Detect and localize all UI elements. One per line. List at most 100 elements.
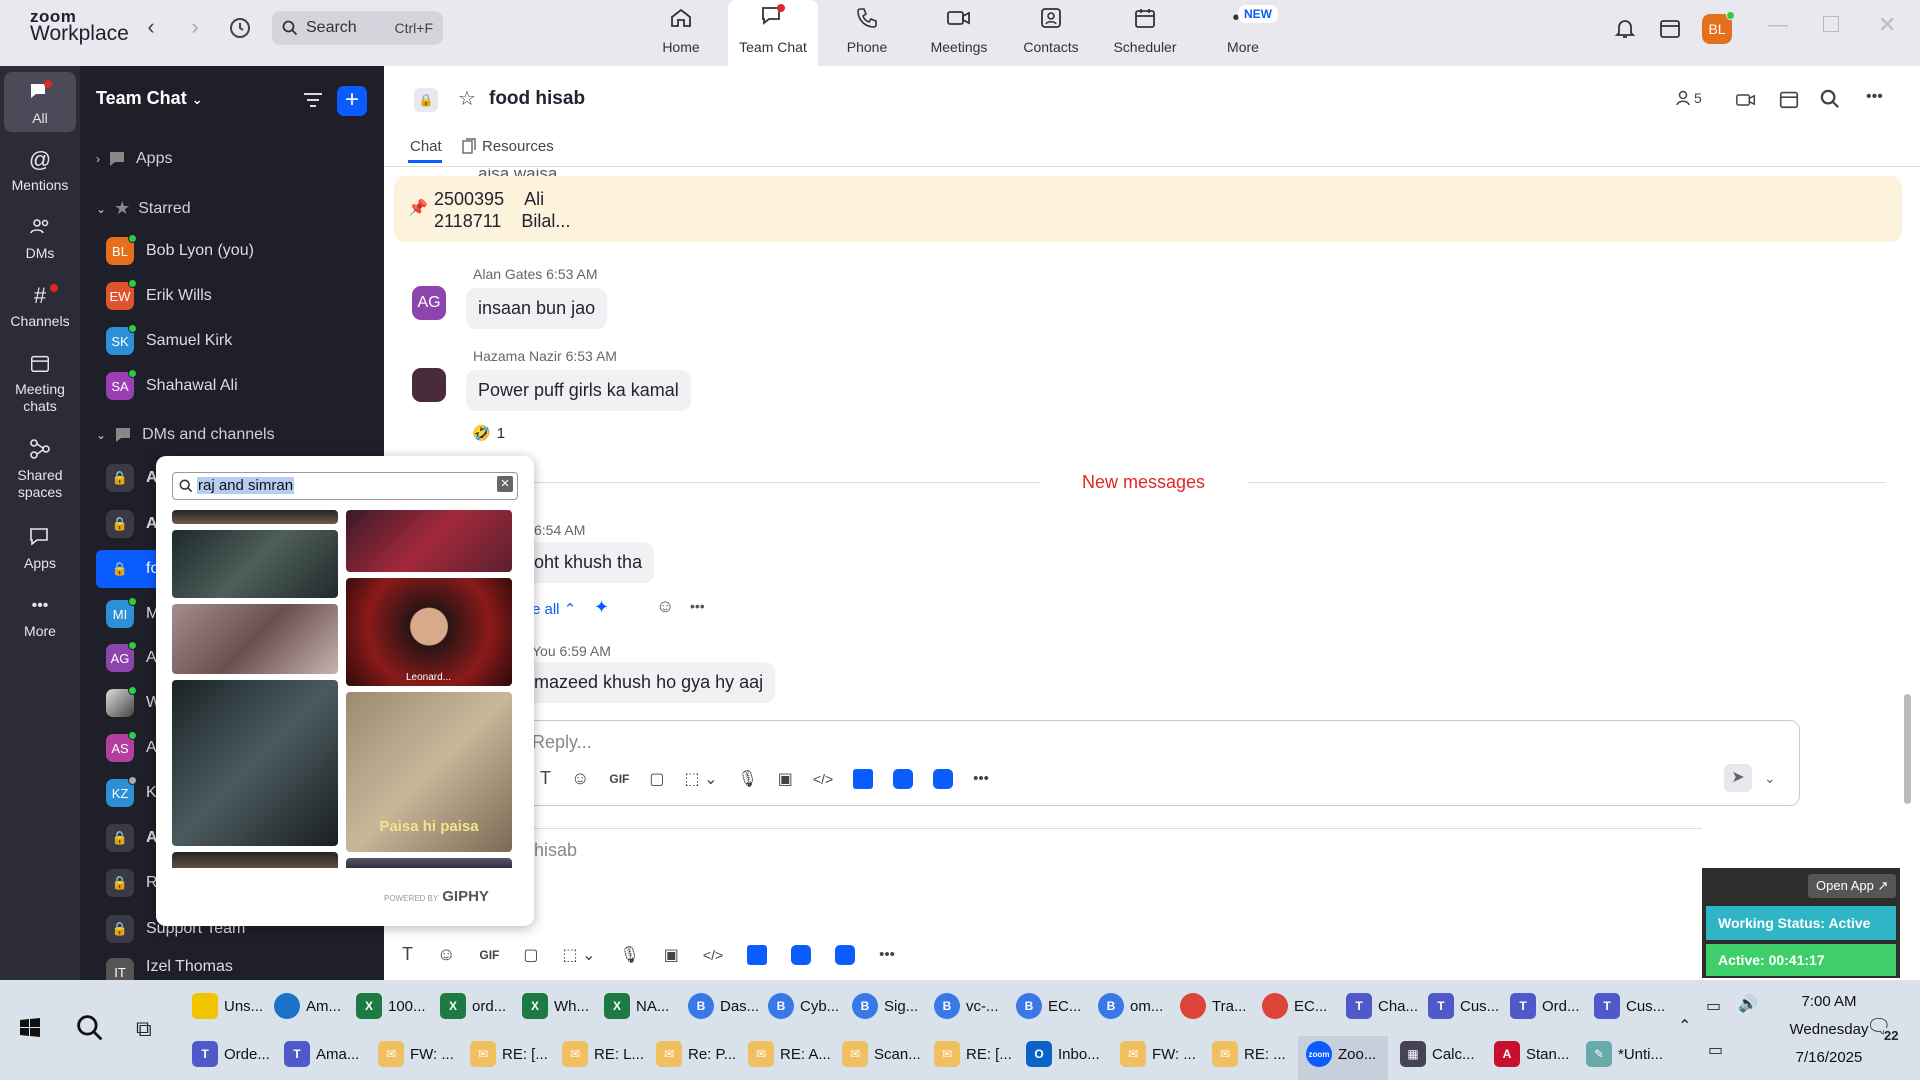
code-icon[interactable]: </> [813, 771, 833, 787]
emoji-icon[interactable]: ☺ [437, 944, 455, 965]
emoji-icon[interactable]: ☺ [571, 768, 589, 789]
new-chat-button[interactable]: + [337, 86, 367, 116]
rail-shared-spaces[interactable]: Shared spaces [4, 436, 76, 501]
reply-input[interactable]: Reply... [532, 732, 592, 753]
tab-meetings[interactable]: Meetings [914, 0, 1004, 66]
calendar-icon[interactable] [1778, 88, 1800, 115]
tray-chevron-icon[interactable]: ⌃ [1678, 1016, 1691, 1036]
taskbar-item[interactable]: ✉ FW: ... [378, 1036, 454, 1072]
filter-icon[interactable] [302, 90, 324, 115]
reply-composer[interactable] [520, 720, 1800, 806]
tab-home[interactable]: Home [636, 0, 726, 66]
taskbar-item[interactable]: ✉ RE: [... [934, 1036, 1012, 1072]
taskbar-item[interactable]: Bvc-... [934, 988, 999, 1024]
taskbar-item[interactable]: ▦ Calc... [1400, 1036, 1475, 1072]
message-input[interactable]: hisab [534, 840, 577, 861]
message-bubble[interactable]: Power puff girls ka kamal [466, 370, 691, 411]
taskbar-item[interactable]: ✉ FW: ... [1120, 1036, 1196, 1072]
clear-icon[interactable]: ✕ [497, 476, 513, 492]
rail-more[interactable]: ••• More [4, 592, 76, 640]
more-options-icon[interactable]: ••• [973, 770, 989, 787]
sidebar-item-samuel-kirk[interactable]: SK Samuel Kirk [106, 324, 376, 357]
taskbar-item[interactable]: Tra... [1180, 988, 1246, 1024]
taskbar-item[interactable]: EC... [1262, 988, 1327, 1024]
taskbar-item[interactable]: B Das... [688, 988, 759, 1024]
avatar[interactable] [412, 368, 446, 402]
ai-sparkle-icon[interactable]: ✦ [594, 597, 609, 618]
see-all-link[interactable]: e all ⌃ [532, 600, 576, 618]
message-bubble[interactable]: insaan bun jao [466, 288, 608, 329]
minimize-button[interactable]: — [1768, 14, 1788, 37]
history-icon[interactable] [228, 16, 252, 45]
rail-meeting-chats[interactable]: Meeting chats [4, 350, 76, 415]
taskbar-item[interactable]: Am... [274, 988, 341, 1024]
video-message-icon[interactable]: ▣ [778, 769, 793, 789]
taskbar-item[interactable]: T Orde... [192, 1036, 270, 1072]
sidebar-item-bob-lyon[interactable]: BL Bob Lyon (you) [106, 234, 376, 267]
more-options-icon[interactable]: ••• [690, 598, 705, 614]
taskbar-item[interactable]: ✉ Scan... [842, 1036, 921, 1072]
taskbar-item[interactable]: B Cyb... [768, 988, 839, 1024]
close-button[interactable]: ✕ [1878, 12, 1896, 38]
microphone-icon[interactable]: 🎙 [619, 945, 639, 965]
screenshot-icon[interactable]: ⬚ ⌄ [563, 945, 596, 965]
search-bar[interactable]: Search Ctrl+F [272, 11, 443, 45]
gif-thumbnail[interactable] [172, 510, 338, 524]
taskbar-item[interactable]: ✉ RE: L... [562, 1036, 644, 1072]
taskbar-item[interactable]: X 100... [356, 988, 426, 1024]
section-apps[interactable]: › Apps [96, 150, 172, 168]
channel-title[interactable]: food hisab [489, 88, 585, 110]
section-starred[interactable]: ⌄ ★ Starred [96, 198, 191, 219]
maximize-button[interactable] [1823, 16, 1839, 32]
gif-thumbnail[interactable]: Leonard... [346, 578, 512, 686]
sidebar-item-erik-wills[interactable]: EW Erik Wills [106, 279, 376, 312]
video-message-icon[interactable]: ▣ [664, 945, 679, 965]
taskbar-item[interactable]: O Inbo... [1026, 1036, 1100, 1072]
gif-thumbnail[interactable] [172, 852, 338, 868]
open-app-button[interactable]: Open App ↗ [1808, 874, 1897, 898]
back-button[interactable]: ‹ [136, 14, 166, 40]
taskbar-item[interactable]: ✎ *Unti... [1586, 1036, 1663, 1072]
reaction-badge[interactable]: 🤣 1 [472, 424, 505, 443]
pinned-message[interactable]: 📌 2500395 Ali 2118711 Bilal... [394, 176, 1902, 242]
message-bubble[interactable]: oht khush tha [520, 542, 655, 583]
windows-start-icon[interactable] [18, 1016, 42, 1045]
app-icon[interactable] [893, 768, 914, 789]
taskbar-item[interactable]: ✉ RE: ... [1212, 1036, 1286, 1072]
task-view-icon[interactable]: ⧉ [136, 1016, 152, 1042]
volume-icon[interactable]: 🔊 [1738, 994, 1758, 1014]
format-text-icon[interactable]: T [402, 944, 413, 965]
tab-chat[interactable]: Chat [410, 138, 442, 155]
gif-thumbnail[interactable] [346, 858, 512, 868]
taskbar-item[interactable]: B EC... [1016, 988, 1081, 1024]
message-bubble[interactable]: mazeed khush ho gya hy aaj [520, 662, 776, 703]
giphy-search-input[interactable]: raj and simran ✕ [172, 472, 518, 500]
gif-thumbnail[interactable] [172, 604, 338, 674]
bell-icon[interactable] [1613, 16, 1637, 45]
scrollbar-thumb[interactable] [1904, 694, 1911, 804]
more-options-icon[interactable]: ••• [1866, 88, 1883, 106]
gif-icon[interactable]: GIF [609, 772, 629, 786]
battery-icon[interactable]: ▭ [1706, 996, 1721, 1016]
taskbar-item[interactable]: T Cus... [1428, 988, 1499, 1024]
tab-contacts[interactable]: Contacts [1006, 0, 1096, 66]
rail-dms[interactable]: DMs [4, 214, 76, 262]
taskbar-item-zoom[interactable]: zoom Zoo... [1306, 1036, 1376, 1072]
file-icon[interactable]: ▢ [649, 769, 664, 789]
taskbar-item[interactable]: Uns... [192, 988, 263, 1024]
sidebar-title[interactable]: Team Chat ⌄ [96, 88, 203, 109]
rail-channels[interactable]: # Channels [4, 282, 76, 330]
send-icon[interactable]: ➤ [1724, 764, 1752, 792]
rail-all[interactable]: All [4, 72, 76, 132]
taskbar-item[interactable]: Xord... [440, 988, 506, 1024]
taskbar-item[interactable]: ✉ Re: P... [656, 1036, 736, 1072]
tab-phone[interactable]: Phone [822, 0, 912, 66]
star-icon[interactable]: ☆ [458, 86, 476, 111]
taskbar-item[interactable]: ✉ RE: A... [748, 1036, 831, 1072]
add-reaction-icon[interactable]: ☺ [656, 596, 674, 617]
app-icon[interactable] [747, 944, 768, 965]
taskbar-item[interactable]: ✉ RE: [... [470, 1036, 548, 1072]
gif-thumbnail[interactable]: Paisa hi paisa [346, 692, 512, 852]
user-avatar[interactable]: BL [1702, 11, 1735, 44]
search-icon[interactable] [1820, 89, 1840, 114]
